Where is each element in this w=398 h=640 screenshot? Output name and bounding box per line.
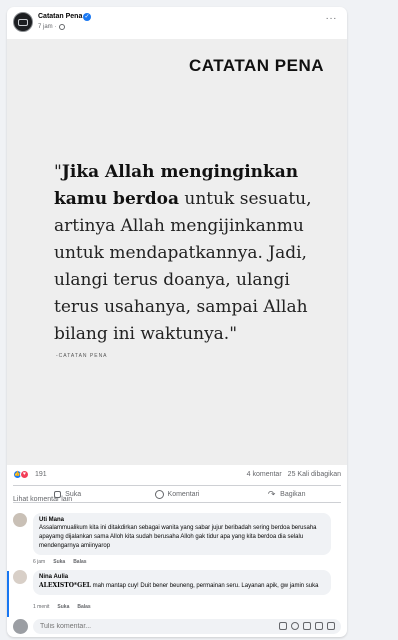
post-meta: 7 jam · (38, 24, 65, 30)
camera-icon[interactable] (303, 622, 311, 630)
commenter-avatar[interactable] (13, 513, 27, 527)
more-options-button[interactable]: ··· (326, 13, 338, 24)
quote-text: "Jika Allah menginginkan kamu berdoa unt… (54, 159, 334, 348)
view-more-comments-link[interactable]: Lihat komentar lain (13, 496, 72, 503)
quote-open: " (54, 162, 62, 182)
comment-text: ALEXISTO*GEL mah mantap cuy! Duit bener … (39, 581, 325, 591)
avatar-sticker-icon[interactable] (279, 622, 287, 630)
post-image[interactable]: CATATAN PENA "Jika Allah menginginkan ka… (7, 39, 347, 465)
verified-badge-icon: ✓ (83, 13, 91, 21)
comment-icon (154, 489, 164, 499)
emoji-icon[interactable] (291, 622, 299, 630)
love-reaction-icon: ♥ (20, 470, 29, 479)
share-button[interactable]: ↷ Bagikan (232, 486, 341, 502)
highlight-bar (7, 571, 9, 617)
reaction-count[interactable]: 191 (35, 471, 47, 478)
comment-text-rest: mah mantap cuy! Duit bener beuneng, perm… (91, 583, 319, 589)
comment-like-button[interactable]: Suka (53, 559, 65, 565)
commenter-avatar[interactable] (13, 570, 27, 584)
post-time[interactable]: 7 jam (38, 24, 53, 30)
quote-rest: untuk sesuatu, artinya Allah mengijinkan… (54, 189, 312, 344)
comment-bubble: Uti Mana Assalammualikum kita ini ditakd… (33, 513, 331, 555)
meta-separator: · (54, 24, 57, 30)
write-comment-row (13, 619, 341, 635)
book-icon (18, 18, 28, 26)
comment-button-label: Komentari (167, 490, 200, 498)
comment-meta: 1 menit Suka Balas (33, 604, 91, 610)
page-name[interactable]: Catatan Pena (38, 13, 82, 20)
globe-icon (58, 24, 65, 30)
post-header: Catatan Pena ✓ 7 jam · ··· (7, 7, 347, 39)
commenter-name[interactable]: Nina Aulia (39, 574, 325, 580)
comment-reply-button[interactable]: Balas (77, 604, 90, 610)
image-brand: CATATAN PENA (188, 56, 324, 75)
comment-text: Assalammualikum kita ini ditakdirkan seb… (39, 525, 317, 549)
reaction-icons[interactable]: 👍 ♥ (13, 470, 29, 479)
comment-button[interactable]: Komentari (122, 486, 231, 502)
sticker-icon[interactable] (327, 622, 335, 630)
page-avatar[interactable] (13, 12, 33, 32)
post-stats: 👍 ♥ 191 4 komentar 25 Kali dibagikan (7, 465, 347, 485)
comment-reply-button[interactable]: Balas (73, 559, 86, 565)
comment-count[interactable]: 4 komentar (247, 471, 282, 478)
comment-mention: ALEXISTO*GEL (39, 582, 91, 589)
stats-right: 4 komentar 25 Kali dibagikan (247, 471, 341, 478)
comment-time[interactable]: 1 menit (33, 604, 49, 610)
user-avatar (13, 619, 28, 634)
comment-input-icons (279, 622, 335, 630)
comment-like-button[interactable]: Suka (57, 604, 69, 610)
post-card: Catatan Pena ✓ 7 jam · ··· CATATAN PENA … (7, 7, 347, 637)
comment-bubble: Nina Aulia ALEXISTO*GEL mah mantap cuy! … (33, 570, 331, 595)
quote-author: -CATATAN PENA (56, 353, 108, 359)
share-button-label: Bagikan (280, 490, 306, 498)
share-count[interactable]: 25 Kali dibagikan (288, 471, 341, 478)
commenter-name[interactable]: Uti Mana (39, 517, 325, 523)
comment-meta: 6 jam Suka Balas (33, 559, 87, 565)
gif-icon[interactable] (315, 622, 323, 630)
share-icon: ↷ (267, 488, 276, 499)
comment-time[interactable]: 6 jam (33, 559, 45, 565)
